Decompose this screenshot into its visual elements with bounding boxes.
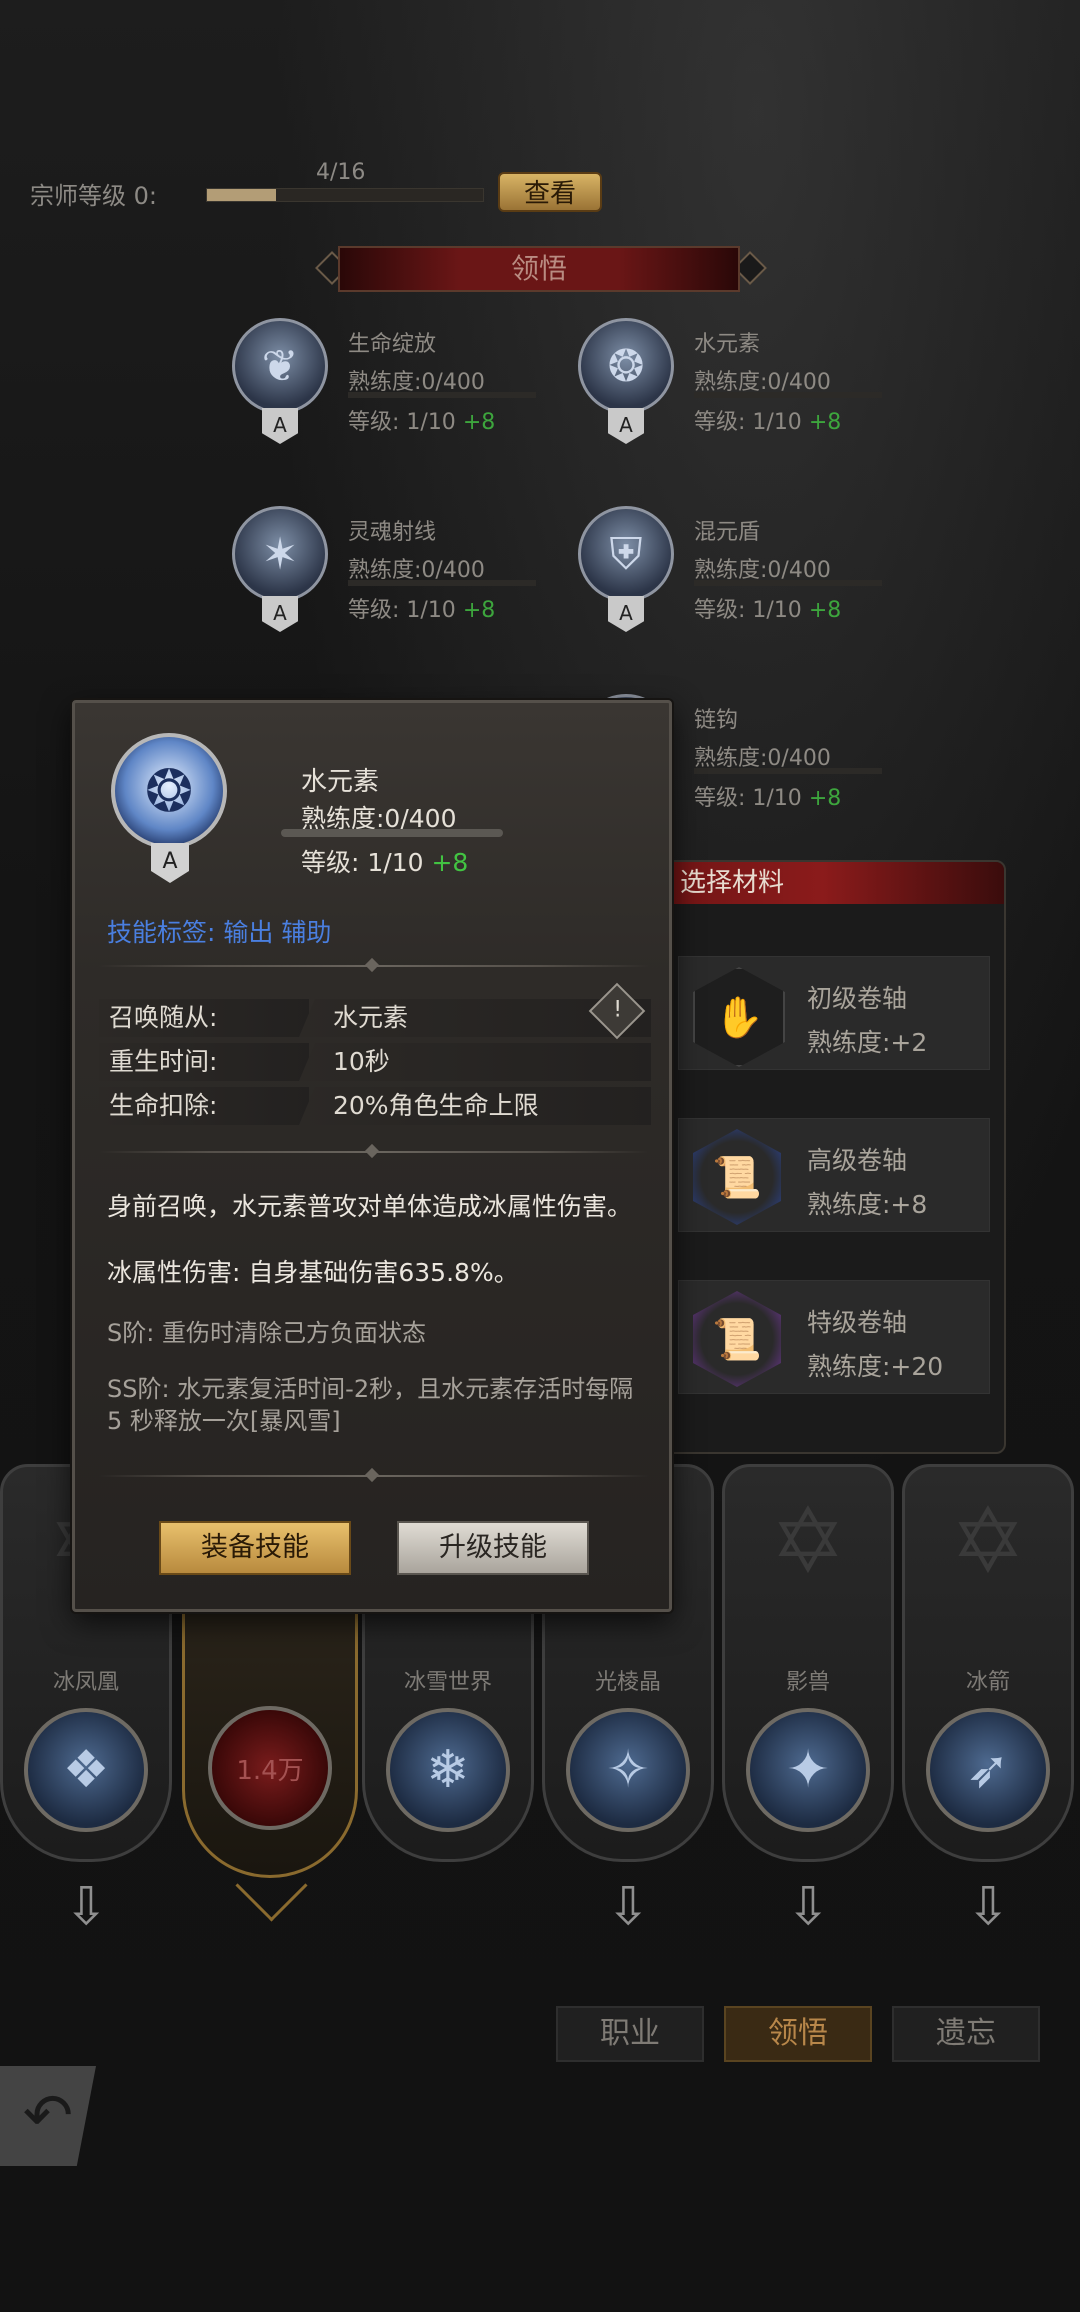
skill-level: 等级: 1/10 +8 bbox=[694, 410, 842, 435]
material-item[interactable]: 📜 特级卷轴 熟练度:+20 bbox=[678, 1280, 990, 1394]
slot-skill-name: 冰箭 bbox=[965, 1670, 1010, 1695]
material-value: 熟练度:+20 bbox=[807, 1352, 944, 1381]
lotus-icon: ❦ bbox=[232, 318, 328, 414]
active-skill-orb[interactable]: 1.4万 bbox=[208, 1706, 332, 1830]
skill-detail-popup: ❂ A 水元素 熟练度:0/400 等级: 1/10 +8 技能标签: 输出 辅… bbox=[72, 700, 672, 1612]
skill-name: 混元盾 bbox=[694, 520, 761, 545]
drop-arrow-icon[interactable]: ⇩ bbox=[780, 1876, 836, 1938]
material-value: 熟练度:+8 bbox=[807, 1190, 928, 1219]
slot-skill-name: 冰雪世界 bbox=[403, 1670, 492, 1695]
stat-key: 生命扣除: bbox=[99, 1087, 309, 1125]
slot-skill-name: 光棱晶 bbox=[594, 1670, 661, 1695]
tab-comprehension[interactable]: 领悟 bbox=[724, 2006, 872, 2062]
shield-icon: ⛨ bbox=[578, 506, 674, 602]
drop-arrow-icon[interactable]: ⇩ bbox=[58, 1876, 114, 1938]
divider bbox=[99, 957, 649, 973]
tab-profession[interactable]: 职业 bbox=[556, 2006, 704, 2062]
drop-arrow-icon[interactable]: ⇩ bbox=[600, 1876, 656, 1938]
material-value: 熟练度:+2 bbox=[807, 1028, 928, 1057]
popup-proficiency-bar bbox=[281, 829, 503, 837]
stat-value: 10秒 bbox=[299, 1043, 651, 1081]
shadow-beast-icon: ✦ bbox=[746, 1708, 870, 1832]
stat-key: 召唤随从: bbox=[99, 999, 309, 1037]
master-level-label: 宗师等级 0: bbox=[30, 182, 157, 210]
popup-s-tier: S阶: 重伤时清除己方负面状态 bbox=[107, 1319, 426, 1347]
skill-level: 等级: 1/10 +8 bbox=[694, 598, 842, 623]
skill-level: 等级: 1/10 +8 bbox=[694, 786, 842, 811]
skill-name: 灵魂射线 bbox=[348, 520, 437, 545]
skill-proficiency-bar bbox=[694, 392, 882, 398]
scroll-icon: ✋ bbox=[693, 967, 785, 1067]
section-title: 领悟 bbox=[338, 246, 740, 292]
ice-phoenix-icon: ❖ bbox=[24, 1708, 148, 1832]
master-progress-bar bbox=[206, 188, 484, 202]
divider bbox=[99, 1143, 649, 1159]
popup-skill-name: 水元素 bbox=[301, 767, 380, 797]
popup-ss-tier: SS阶: 水元素复活时间-2秒，且水元素存活时每隔 5 秒释放一次[暴风雪] bbox=[107, 1375, 634, 1435]
prism-icon: ✧ bbox=[566, 1708, 690, 1832]
divider bbox=[99, 1467, 649, 1483]
skill-proficiency-bar bbox=[694, 768, 882, 774]
stat-row: 召唤随从: 水元素 bbox=[99, 999, 651, 1037]
material-panel-title: 选择材料 bbox=[642, 862, 1004, 904]
hexagram-ornament-icon: ✡ bbox=[770, 1489, 846, 1594]
material-name: 初级卷轴 bbox=[807, 984, 908, 1013]
skill-name: 生命绽放 bbox=[348, 332, 437, 357]
popup-description: 身前召唤，水元素普攻对单体造成冰属性伤害。 bbox=[107, 1192, 633, 1221]
material-panel: 选择材料 ✋ 初级卷轴 熟练度:+2 📜 高级卷轴 熟练度:+8 📜 特级卷轴 … bbox=[640, 860, 1006, 1454]
skill-slot[interactable]: ✡ 冰箭 ➶ ⇩ bbox=[902, 1464, 1074, 1937]
soul-ray-icon: ✶ bbox=[232, 506, 328, 602]
master-count: 4/16 bbox=[316, 160, 366, 185]
equip-skill-button[interactable]: 装备技能 bbox=[159, 1521, 351, 1575]
skill-proficiency-bar bbox=[348, 580, 536, 586]
master-progress-fill bbox=[207, 189, 276, 201]
scroll-icon: 📜 bbox=[693, 1129, 781, 1225]
skill-slot[interactable]: ✡ 影兽 ✦ ⇩ bbox=[722, 1464, 894, 1937]
popup-damage-description: 冰属性伤害: 自身基础伤害635.8%。 bbox=[107, 1258, 519, 1287]
water-elemental-icon: ❂ bbox=[578, 318, 674, 414]
ice-arrow-icon: ➶ bbox=[926, 1708, 1050, 1832]
slot-skill-name: 影兽 bbox=[785, 1670, 830, 1695]
material-name: 特级卷轴 bbox=[807, 1308, 908, 1337]
stat-row: 重生时间: 10秒 bbox=[99, 1043, 651, 1081]
drop-arrow-icon[interactable]: ⇩ bbox=[960, 1876, 1016, 1938]
skill-proficiency-bar bbox=[694, 580, 882, 586]
grade-badge: A bbox=[151, 843, 189, 883]
skill-name: 水元素 bbox=[694, 332, 761, 357]
view-button[interactable]: 查看 bbox=[498, 172, 602, 212]
skill-level: 等级: 1/10 +8 bbox=[348, 410, 496, 435]
water-elemental-icon: ❂ bbox=[111, 733, 227, 849]
tab-forget[interactable]: 遗忘 bbox=[892, 2006, 1040, 2062]
stat-value: 20%角色生命上限 bbox=[299, 1087, 651, 1125]
material-item[interactable]: 📜 高级卷轴 熟练度:+8 bbox=[678, 1118, 990, 1232]
skill-proficiency-bar bbox=[348, 392, 536, 398]
popup-skill-tags: 技能标签: 输出 辅助 bbox=[107, 918, 332, 947]
snowflake-icon: ❄ bbox=[386, 1708, 510, 1832]
hexagram-ornament-icon: ✡ bbox=[950, 1489, 1026, 1594]
skill-name: 链钩 bbox=[694, 708, 739, 733]
material-item[interactable]: ✋ 初级卷轴 熟练度:+2 bbox=[678, 956, 990, 1070]
material-name: 高级卷轴 bbox=[807, 1146, 908, 1175]
upgrade-skill-button[interactable]: 升级技能 bbox=[397, 1521, 589, 1575]
scroll-icon: 📜 bbox=[693, 1291, 781, 1387]
stat-key: 重生时间: bbox=[99, 1043, 309, 1081]
slot-skill-name: 冰凤凰 bbox=[52, 1670, 119, 1695]
skill-level: 等级: 1/10 +8 bbox=[348, 598, 496, 623]
stat-row: 生命扣除: 20%角色生命上限 bbox=[99, 1087, 651, 1125]
popup-level: 等级: 1/10 +8 bbox=[301, 848, 469, 877]
